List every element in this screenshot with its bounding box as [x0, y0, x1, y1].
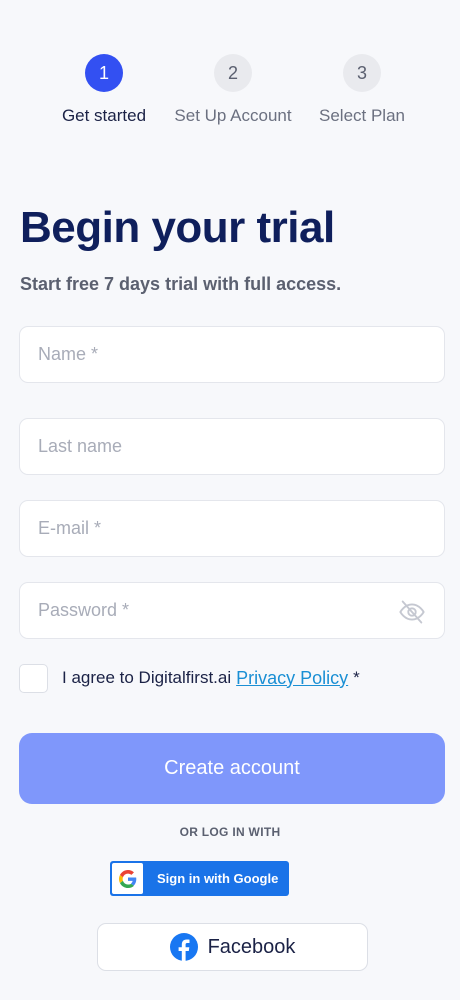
step-get-started[interactable]: 1 Get started	[29, 54, 179, 126]
eye-off-icon[interactable]	[398, 598, 426, 626]
lastname-field-container	[19, 418, 445, 475]
password-field-container	[19, 582, 445, 639]
terms-label: I agree to Digitalfirst.ai	[62, 668, 232, 687]
step-number-badge: 2	[214, 54, 252, 92]
social-divider-text: OR LOG IN WITH	[179, 825, 281, 839]
lastname-input[interactable]	[20, 419, 444, 474]
name-input[interactable]	[20, 327, 444, 382]
email-input[interactable]	[20, 501, 444, 556]
facebook-icon	[169, 933, 198, 961]
google-button-label: Sign in with Google	[157, 871, 279, 886]
password-input[interactable]	[20, 583, 444, 638]
google-sign-in-button[interactable]: Sign in with Google	[110, 861, 289, 896]
required-mark: *	[353, 668, 360, 687]
facebook-login-button[interactable]: Facebook	[97, 923, 368, 971]
page-title: Begin your trial	[20, 203, 335, 252]
terms-checkbox[interactable]	[19, 663, 48, 693]
page-subtitle: Start free 7 days trial with full access…	[20, 274, 342, 294]
google-icon	[118, 869, 136, 888]
name-field-container	[19, 326, 445, 383]
step-label: Select Plan	[319, 106, 405, 125]
step-label: Get started	[61, 106, 147, 125]
create-account-button[interactable]: Create account	[19, 733, 445, 804]
step-label: Set Up Account	[174, 106, 292, 125]
facebook-button-label: Facebook	[207, 935, 296, 958]
step-select-plan[interactable]: 3 Select Plan	[287, 54, 437, 126]
step-number-badge: 1	[85, 54, 123, 92]
stepper: 1 Get started 2 Set Up Account 3 Select …	[0, 54, 460, 134]
terms-agreement: I agree to Digitalfirst.ai Privacy Polic…	[19, 663, 360, 693]
google-icon-container	[112, 863, 143, 894]
privacy-policy-link[interactable]: Privacy Policy	[236, 668, 348, 689]
email-field-container	[19, 500, 445, 557]
step-set-up-account[interactable]: 2 Set Up Account	[158, 54, 308, 126]
step-number-badge: 3	[343, 54, 381, 92]
